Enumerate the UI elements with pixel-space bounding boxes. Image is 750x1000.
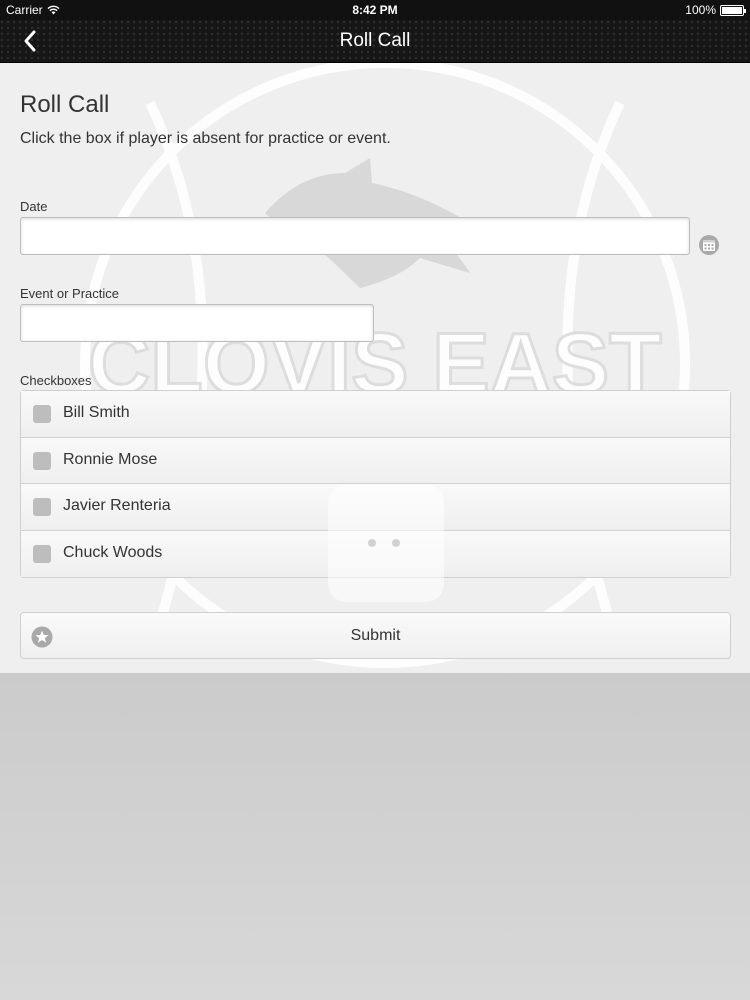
empty-background [0, 673, 750, 1000]
battery-indicator: 100% [685, 3, 746, 17]
event-input[interactable] [20, 304, 374, 342]
touch-indicator [328, 484, 444, 602]
navigation-bar: Roll Call [0, 20, 750, 63]
checkbox[interactable] [33, 405, 51, 423]
clock: 8:42 PM [352, 3, 398, 17]
date-input[interactable] [20, 217, 690, 255]
calendar-icon[interactable] [698, 234, 720, 256]
player-name: Javier Renteria [63, 497, 171, 514]
player-name: Ronnie Mose [63, 450, 158, 468]
submit-button[interactable]: Submit [20, 612, 731, 659]
page-title: Roll Call [20, 91, 110, 118]
checkbox[interactable] [33, 451, 51, 470]
checkboxes-label: Checkboxes [20, 373, 92, 388]
status-bar: Carrier 8:42 PM 100% [0, 0, 750, 20]
nav-title: Roll Call [339, 30, 411, 51]
submit-label: Submit [350, 627, 401, 644]
date-label: Date [20, 199, 48, 214]
checkbox[interactable] [33, 544, 51, 563]
battery-percent: 100% [685, 3, 716, 17]
list-item[interactable]: Ronnie Mose [21, 437, 730, 484]
checkbox[interactable] [33, 498, 51, 516]
battery-icon [720, 4, 746, 16]
event-label: Event or Practice [20, 286, 119, 301]
player-name: Chuck Woods [63, 543, 163, 561]
instructions-text: Click the box if player is absent for pr… [20, 130, 391, 147]
list-item[interactable]: Bill Smith [21, 391, 730, 438]
player-name: Bill Smith [63, 404, 130, 421]
